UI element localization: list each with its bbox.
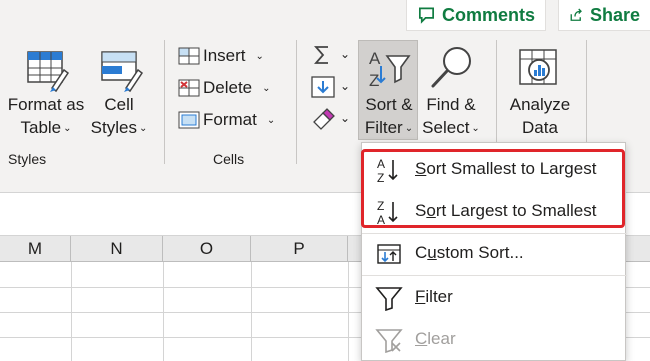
chevron-down-icon[interactable]: ⌄ xyxy=(340,111,350,125)
cell-styles-label-2: Styles xyxy=(90,118,137,137)
sort-filter-icon: A Z xyxy=(369,49,411,90)
autosum-icon[interactable] xyxy=(312,44,334,66)
chevron-down-icon: ⌄ xyxy=(255,50,264,62)
chevron-down-icon: ⌄ xyxy=(404,123,414,134)
format-as-table-label-1: Format as xyxy=(7,95,85,114)
clear-eraser-icon[interactable] xyxy=(311,108,335,130)
find-select-label-2: Select xyxy=(422,118,470,137)
column-header-m[interactable]: M xyxy=(0,236,71,262)
sort-options-highlight xyxy=(361,149,625,228)
format-cells-icon xyxy=(178,111,200,129)
chevron-down-icon: ⌄ xyxy=(63,123,72,134)
find-select-label-1: Find & xyxy=(426,95,476,114)
group-label-styles: Styles xyxy=(8,151,47,167)
magnifier-icon xyxy=(431,47,471,88)
analyze-data-label-1: Analyze xyxy=(509,95,571,114)
format-as-table-label-2: Table xyxy=(20,118,62,137)
insert-label: Insert xyxy=(203,46,246,65)
chevron-down-icon: ⌄ xyxy=(266,114,276,126)
custom-sort-icon xyxy=(377,244,401,264)
group-divider xyxy=(164,40,165,164)
delete-label: Delete xyxy=(203,78,253,97)
menu-label-filter: ilter xyxy=(425,287,453,306)
analyze-data-icon xyxy=(519,49,557,85)
fill-icon[interactable] xyxy=(311,76,335,98)
group-divider xyxy=(296,40,297,164)
comment-icon xyxy=(418,7,434,24)
group-label-cells: Cells xyxy=(213,151,245,167)
analyze-data-label-2: Data xyxy=(522,118,558,137)
chevron-down-icon: ⌄ xyxy=(138,123,148,134)
column-header-o[interactable]: O xyxy=(163,236,251,262)
sort-filter-label-1: Sort & xyxy=(365,95,413,114)
menu-divider xyxy=(362,275,627,276)
format-as-table-icon xyxy=(27,51,70,93)
share-button[interactable]: Share xyxy=(558,0,650,31)
sort-filter-label-2: Filter xyxy=(364,118,403,137)
delete-button[interactable]: Delete ⌄ xyxy=(178,75,271,101)
delete-cells-icon xyxy=(178,79,200,97)
chevron-down-icon[interactable]: ⌄ xyxy=(340,79,350,93)
menu-item-clear: Clear xyxy=(362,319,627,359)
chevron-down-icon: ⌄ xyxy=(262,82,271,94)
column-header-n[interactable]: N xyxy=(71,236,163,262)
menu-item-custom-sort[interactable]: Custom Sort... xyxy=(362,233,627,273)
filter-funnel-icon xyxy=(375,287,403,311)
insert-cells-icon xyxy=(178,47,200,65)
comments-label: Comments xyxy=(441,4,535,25)
share-label: Share xyxy=(589,4,640,25)
format-button[interactable]: Format ⌄ xyxy=(178,107,275,133)
cell-styles-label-1: Cell xyxy=(104,95,134,114)
share-icon xyxy=(570,8,582,21)
svg-text:Z: Z xyxy=(369,71,379,90)
insert-button[interactable]: Insert ⌄ xyxy=(178,43,264,69)
chevron-down-icon: ⌄ xyxy=(471,123,480,134)
comments-button[interactable]: Comments xyxy=(406,0,546,31)
menu-label-custom-sort: stom Sort... xyxy=(436,243,524,262)
cell-styles-icon xyxy=(101,51,144,93)
svg-text:A: A xyxy=(369,49,381,68)
menu-label-clear: lear xyxy=(427,329,456,348)
column-header-p[interactable]: P xyxy=(251,236,348,262)
format-label: Format xyxy=(203,110,257,129)
clear-filter-icon xyxy=(375,329,403,353)
title-strip: Comments Share xyxy=(0,0,650,32)
chevron-down-icon[interactable]: ⌄ xyxy=(340,47,350,61)
menu-item-filter[interactable]: Filter xyxy=(362,277,627,317)
